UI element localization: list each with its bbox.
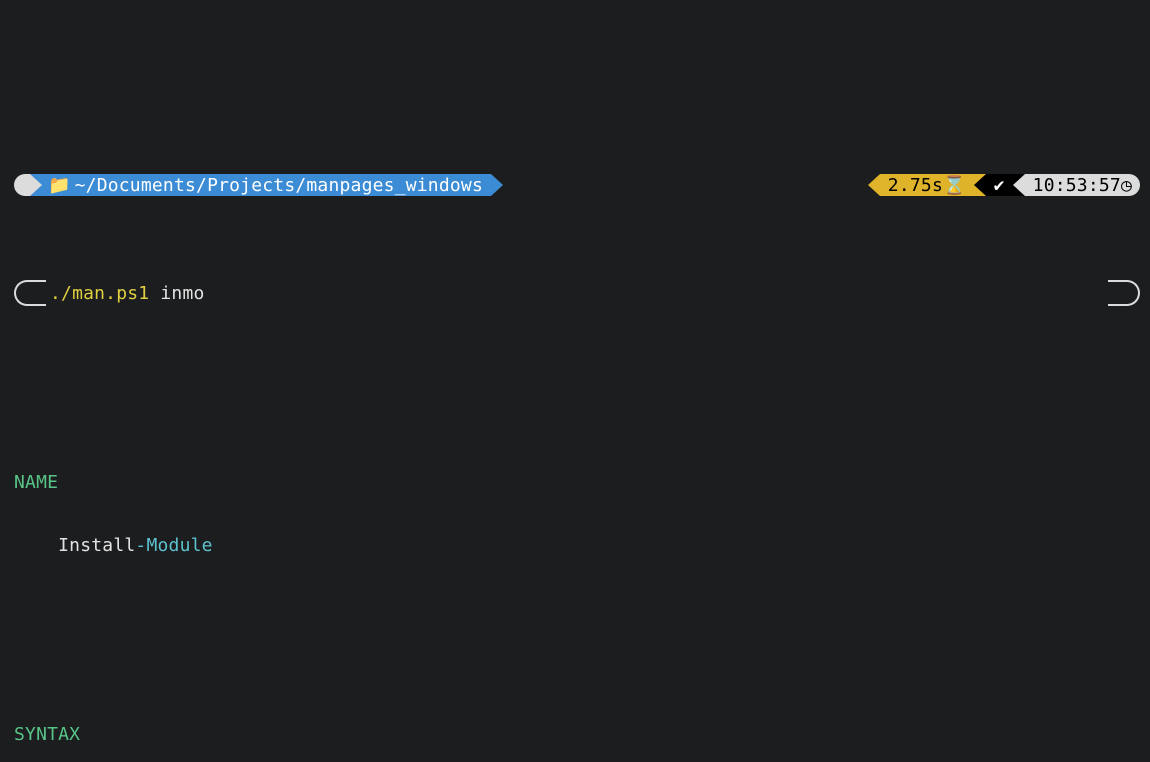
separator-icon: [974, 174, 986, 196]
name-value: Install-Module: [14, 535, 1140, 556]
separator-icon: [868, 174, 880, 196]
status-segment: ✔: [986, 174, 1013, 196]
command-line[interactable]: ./man.ps1 inmo: [14, 282, 1140, 304]
command-arg: inmo: [160, 283, 204, 304]
separator-icon: [491, 174, 503, 196]
time-segment: 10:53:57 ◷: [1025, 174, 1140, 196]
separator-icon: [30, 174, 42, 196]
path-text: ~/Documents/Projects/manpages_windows: [75, 175, 483, 196]
section-header-name: NAME: [14, 472, 1140, 493]
apple-icon: [14, 174, 30, 196]
check-icon: ✔: [994, 175, 1005, 196]
prompt-left-cap: [14, 280, 46, 306]
prompt-bar: 📁~/Documents/Projects/manpages_windows 2…: [14, 174, 1140, 196]
terminal[interactable]: 📁~/Documents/Projects/manpages_windows 2…: [0, 84, 1150, 762]
path-segment: 📁~/Documents/Projects/manpages_windows: [42, 174, 491, 196]
separator-icon: [1013, 174, 1025, 196]
command-script: ./man.ps1: [50, 283, 149, 304]
clock-icon: ◷: [1121, 175, 1132, 196]
hourglass-icon: ⌛: [943, 175, 966, 196]
folder-icon: 📁: [48, 175, 71, 196]
section-header-syntax: SYNTAX: [14, 724, 1140, 745]
prompt-right-cap: [1108, 280, 1140, 306]
duration-segment: 2.75s ⌛: [880, 174, 974, 196]
